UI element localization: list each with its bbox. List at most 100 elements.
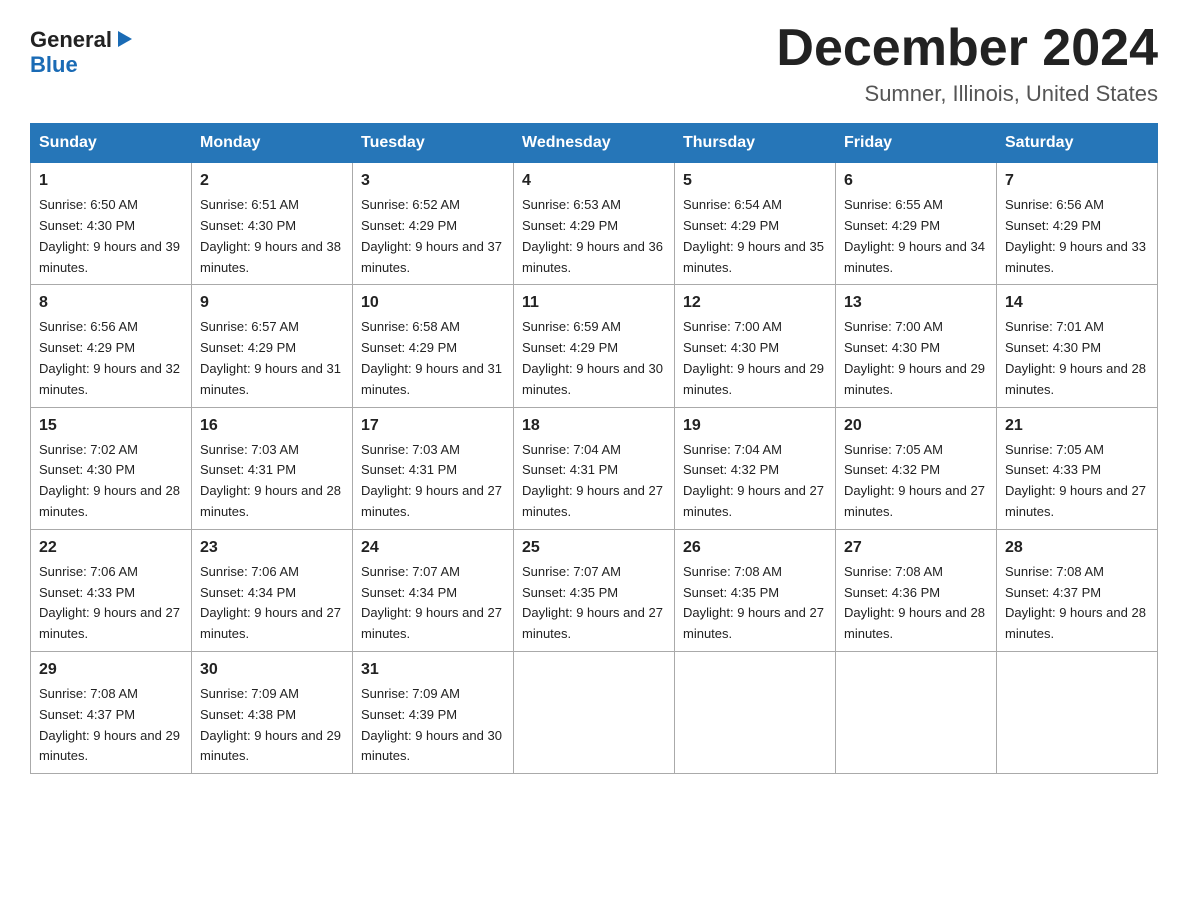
- day-number: 13: [844, 291, 988, 315]
- day-cell-2: 2 Sunrise: 6:51 AMSunset: 4:30 PMDaylight…: [192, 163, 353, 285]
- page-header: General Blue December 2024 Sumner, Illin…: [30, 20, 1158, 107]
- day-number: 4: [522, 169, 666, 193]
- day-info: Sunrise: 7:02 AMSunset: 4:30 PMDaylight:…: [39, 442, 180, 519]
- day-info: Sunrise: 6:55 AMSunset: 4:29 PMDaylight:…: [844, 197, 985, 274]
- day-cell-8: 8 Sunrise: 6:56 AMSunset: 4:29 PMDaylight…: [31, 285, 192, 407]
- day-cell-25: 25Sunrise: 7:07 AMSunset: 4:35 PMDayligh…: [514, 529, 675, 651]
- day-number: 6: [844, 169, 988, 193]
- day-number: 9: [200, 291, 344, 315]
- day-cell-17: 17 Sunrise: 7:03 AMSunset: 4:31 PMDayligh…: [353, 407, 514, 529]
- logo: General Blue: [30, 20, 136, 78]
- day-info: Sunrise: 7:04 AMSunset: 4:31 PMDaylight:…: [522, 442, 663, 519]
- empty-cell: [514, 651, 675, 773]
- day-info: Sunrise: 7:05 AMSunset: 4:32 PMDaylight:…: [844, 442, 985, 519]
- week-row-1: 1Sunrise: 6:50 AMSunset: 4:30 PMDaylight…: [31, 163, 1158, 285]
- day-info: Sunrise: 7:09 AMSunset: 4:38 PMDaylight:…: [200, 686, 341, 763]
- empty-cell: [675, 651, 836, 773]
- logo-arrow-icon: [114, 28, 136, 50]
- day-cell-30: 30Sunrise: 7:09 AMSunset: 4:38 PMDayligh…: [192, 651, 353, 773]
- day-info: Sunrise: 6:50 AMSunset: 4:30 PMDaylight:…: [39, 197, 180, 274]
- col-header-sunday: Sunday: [31, 124, 192, 163]
- day-cell-3: 3 Sunrise: 6:52 AMSunset: 4:29 PMDaylight…: [353, 163, 514, 285]
- day-info: Sunrise: 7:06 AMSunset: 4:34 PMDaylight:…: [200, 564, 341, 641]
- day-info: Sunrise: 7:09 AMSunset: 4:39 PMDaylight:…: [361, 686, 502, 763]
- day-number: 25: [522, 536, 666, 560]
- col-header-saturday: Saturday: [997, 124, 1158, 163]
- month-title: December 2024: [776, 20, 1158, 77]
- day-number: 15: [39, 414, 183, 438]
- day-number: 27: [844, 536, 988, 560]
- day-cell-26: 26 Sunrise: 7:08 AMSunset: 4:35 PMDayligh…: [675, 529, 836, 651]
- day-number: 5: [683, 169, 827, 193]
- empty-cell: [997, 651, 1158, 773]
- day-cell-23: 23 Sunrise: 7:06 AMSunset: 4:34 PMDayligh…: [192, 529, 353, 651]
- day-info: Sunrise: 7:04 AMSunset: 4:32 PMDaylight:…: [683, 442, 824, 519]
- day-number: 19: [683, 414, 827, 438]
- day-number: 3: [361, 169, 505, 193]
- day-number: 10: [361, 291, 505, 315]
- day-cell-28: 28Sunrise: 7:08 AMSunset: 4:37 PMDayligh…: [997, 529, 1158, 651]
- day-number: 11: [522, 291, 666, 315]
- logo-blue: Blue: [30, 52, 78, 78]
- day-cell-18: 18Sunrise: 7:04 AMSunset: 4:31 PMDayligh…: [514, 407, 675, 529]
- day-number: 22: [39, 536, 183, 560]
- week-row-3: 15 Sunrise: 7:02 AMSunset: 4:30 PMDayligh…: [31, 407, 1158, 529]
- day-info: Sunrise: 7:08 AMSunset: 4:37 PMDaylight:…: [39, 686, 180, 763]
- day-number: 2: [200, 169, 344, 193]
- day-info: Sunrise: 6:53 AMSunset: 4:29 PMDaylight:…: [522, 197, 663, 274]
- week-row-4: 22Sunrise: 7:06 AMSunset: 4:33 PMDayligh…: [31, 529, 1158, 651]
- day-cell-20: 20Sunrise: 7:05 AMSunset: 4:32 PMDayligh…: [836, 407, 997, 529]
- logo-general: General: [30, 28, 112, 52]
- day-cell-4: 4 Sunrise: 6:53 AMSunset: 4:29 PMDaylight…: [514, 163, 675, 285]
- day-cell-13: 13 Sunrise: 7:00 AMSunset: 4:30 PMDayligh…: [836, 285, 997, 407]
- day-info: Sunrise: 6:58 AMSunset: 4:29 PMDaylight:…: [361, 319, 502, 396]
- day-info: Sunrise: 7:08 AMSunset: 4:35 PMDaylight:…: [683, 564, 824, 641]
- day-cell-7: 7 Sunrise: 6:56 AMSunset: 4:29 PMDaylight…: [997, 163, 1158, 285]
- day-info: Sunrise: 6:56 AMSunset: 4:29 PMDaylight:…: [39, 319, 180, 396]
- day-number: 17: [361, 414, 505, 438]
- day-cell-16: 16 Sunrise: 7:03 AMSunset: 4:31 PMDayligh…: [192, 407, 353, 529]
- day-info: Sunrise: 7:00 AMSunset: 4:30 PMDaylight:…: [683, 319, 824, 396]
- day-cell-19: 19 Sunrise: 7:04 AMSunset: 4:32 PMDayligh…: [675, 407, 836, 529]
- day-number: 8: [39, 291, 183, 315]
- day-cell-10: 10 Sunrise: 6:58 AMSunset: 4:29 PMDayligh…: [353, 285, 514, 407]
- day-cell-31: 31Sunrise: 7:09 AMSunset: 4:39 PMDayligh…: [353, 651, 514, 773]
- week-row-2: 8 Sunrise: 6:56 AMSunset: 4:29 PMDaylight…: [31, 285, 1158, 407]
- day-number: 29: [39, 658, 183, 682]
- day-cell-6: 6 Sunrise: 6:55 AMSunset: 4:29 PMDaylight…: [836, 163, 997, 285]
- day-number: 23: [200, 536, 344, 560]
- day-cell-22: 22Sunrise: 7:06 AMSunset: 4:33 PMDayligh…: [31, 529, 192, 651]
- day-info: Sunrise: 7:08 AMSunset: 4:36 PMDaylight:…: [844, 564, 985, 641]
- header-row: SundayMondayTuesdayWednesdayThursdayFrid…: [31, 124, 1158, 163]
- day-number: 26: [683, 536, 827, 560]
- day-info: Sunrise: 7:08 AMSunset: 4:37 PMDaylight:…: [1005, 564, 1146, 641]
- day-info: Sunrise: 6:54 AMSunset: 4:29 PMDaylight:…: [683, 197, 824, 274]
- day-cell-27: 27 Sunrise: 7:08 AMSunset: 4:36 PMDayligh…: [836, 529, 997, 651]
- day-cell-11: 11Sunrise: 6:59 AMSunset: 4:29 PMDayligh…: [514, 285, 675, 407]
- day-info: Sunrise: 7:03 AMSunset: 4:31 PMDaylight:…: [200, 442, 341, 519]
- col-header-friday: Friday: [836, 124, 997, 163]
- day-cell-9: 9 Sunrise: 6:57 AMSunset: 4:29 PMDaylight…: [192, 285, 353, 407]
- day-cell-12: 12 Sunrise: 7:00 AMSunset: 4:30 PMDayligh…: [675, 285, 836, 407]
- day-cell-29: 29 Sunrise: 7:08 AMSunset: 4:37 PMDayligh…: [31, 651, 192, 773]
- day-number: 7: [1005, 169, 1149, 193]
- day-info: Sunrise: 6:52 AMSunset: 4:29 PMDaylight:…: [361, 197, 502, 274]
- day-cell-24: 24Sunrise: 7:07 AMSunset: 4:34 PMDayligh…: [353, 529, 514, 651]
- week-row-5: 29 Sunrise: 7:08 AMSunset: 4:37 PMDayligh…: [31, 651, 1158, 773]
- col-header-monday: Monday: [192, 124, 353, 163]
- day-cell-21: 21Sunrise: 7:05 AMSunset: 4:33 PMDayligh…: [997, 407, 1158, 529]
- day-info: Sunrise: 7:00 AMSunset: 4:30 PMDaylight:…: [844, 319, 985, 396]
- day-info: Sunrise: 6:57 AMSunset: 4:29 PMDaylight:…: [200, 319, 341, 396]
- day-info: Sunrise: 7:05 AMSunset: 4:33 PMDaylight:…: [1005, 442, 1146, 519]
- day-info: Sunrise: 6:51 AMSunset: 4:30 PMDaylight:…: [200, 197, 341, 274]
- day-number: 16: [200, 414, 344, 438]
- location-subtitle: Sumner, Illinois, United States: [776, 81, 1158, 107]
- day-number: 14: [1005, 291, 1149, 315]
- day-info: Sunrise: 7:01 AMSunset: 4:30 PMDaylight:…: [1005, 319, 1146, 396]
- day-number: 12: [683, 291, 827, 315]
- day-info: Sunrise: 7:03 AMSunset: 4:31 PMDaylight:…: [361, 442, 502, 519]
- day-number: 24: [361, 536, 505, 560]
- day-info: Sunrise: 6:56 AMSunset: 4:29 PMDaylight:…: [1005, 197, 1146, 274]
- day-cell-1: 1Sunrise: 6:50 AMSunset: 4:30 PMDaylight…: [31, 163, 192, 285]
- day-cell-5: 5 Sunrise: 6:54 AMSunset: 4:29 PMDaylight…: [675, 163, 836, 285]
